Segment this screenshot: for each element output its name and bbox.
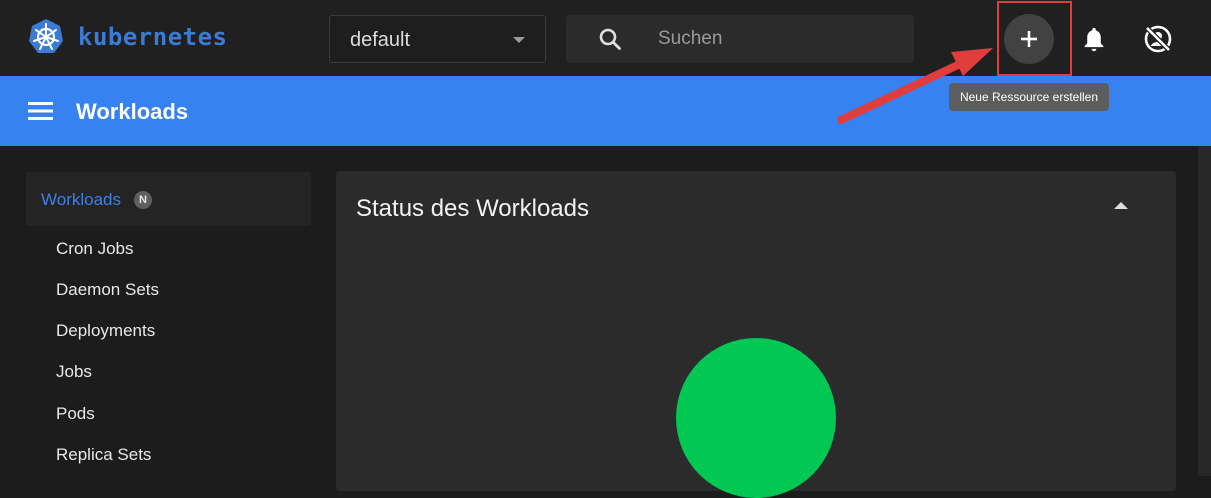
sidebar-item-pods[interactable]: Pods — [56, 404, 95, 424]
card-title: Status des Workloads — [356, 195, 590, 222]
status-chart-circle — [676, 338, 836, 498]
sidebar-item-cron-jobs[interactable]: Cron Jobs — [56, 239, 133, 259]
namespace-badge: N — [134, 191, 152, 209]
sidebar-item-replica-sets[interactable]: Replica Sets — [56, 445, 151, 465]
sidebar-item-daemon-sets[interactable]: Daemon Sets — [56, 280, 159, 300]
scrollbar[interactable] — [1198, 146, 1211, 476]
sidebar-section-label: Workloads — [41, 190, 121, 209]
sidebar: Workloads N Cron Jobs Daemon Sets Deploy… — [26, 172, 311, 464]
collapse-icon[interactable] — [1114, 202, 1128, 209]
sidebar-item-deployments[interactable]: Deployments — [56, 321, 155, 341]
sidebar-item-workloads[interactable]: Workloads N — [26, 172, 311, 226]
sidebar-item-jobs[interactable]: Jobs — [56, 362, 92, 382]
